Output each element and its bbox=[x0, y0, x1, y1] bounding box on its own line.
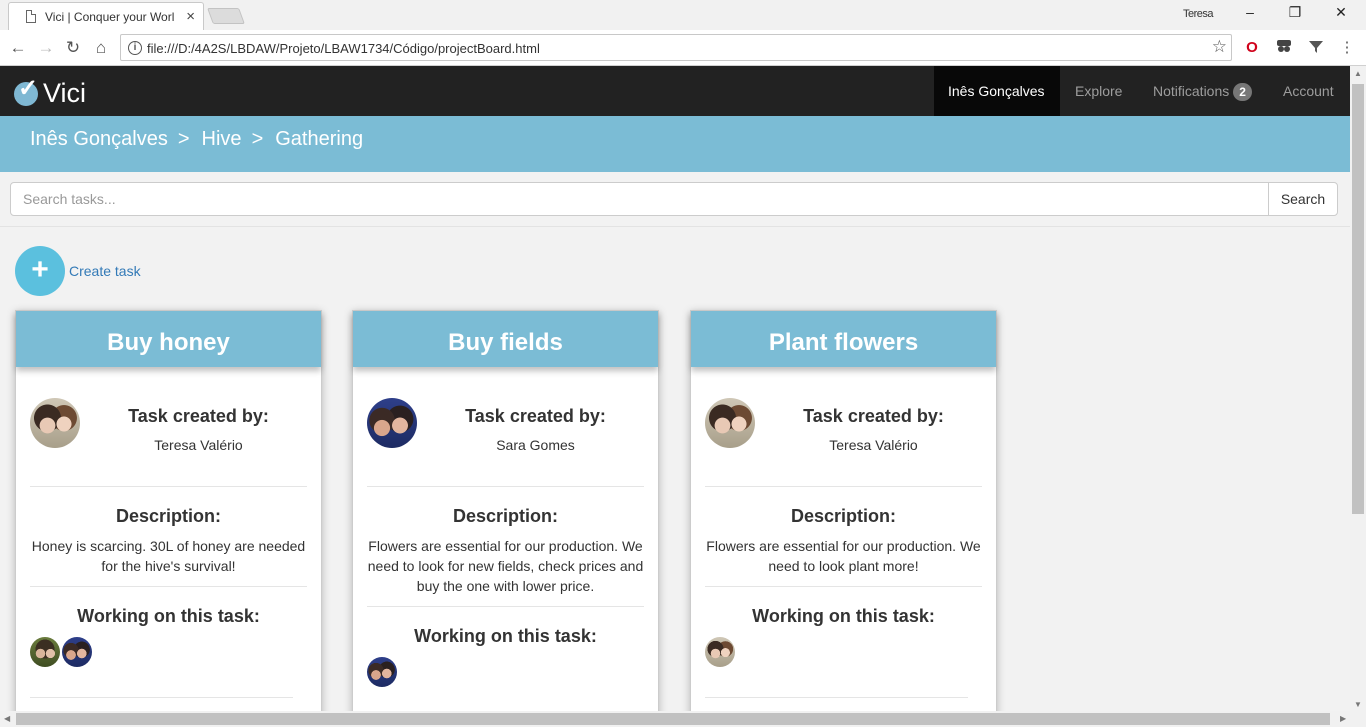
info-icon[interactable]: i bbox=[128, 41, 142, 55]
task-description: Flowers are essential for our production… bbox=[367, 538, 644, 594]
filter-extension-icon[interactable] bbox=[1307, 39, 1325, 57]
task-card[interactable]: Buy honey Task created by: Teresa Valéri… bbox=[15, 310, 322, 711]
address-bar[interactable]: i file:///D:/4A2S/LBDAW/Projeto/LBAW1734… bbox=[120, 34, 1232, 61]
scroll-up-icon[interactable]: ▲ bbox=[1354, 69, 1362, 78]
avatar[interactable] bbox=[62, 637, 93, 667]
browser-titlebar: Vici | Conquer your Worl × Teresa – ❐ ✕ bbox=[0, 0, 1366, 30]
section-divider bbox=[0, 226, 1350, 227]
document-icon bbox=[26, 10, 36, 23]
task-creator-section: Task created by: Teresa Valério bbox=[30, 367, 307, 487]
created-by-heading: Task created by: bbox=[128, 406, 269, 426]
scroll-right-icon[interactable]: ▶ bbox=[1340, 714, 1346, 723]
task-title: Buy fields bbox=[353, 311, 658, 367]
task-title: Plant flowers bbox=[691, 311, 996, 367]
creator-name: Sara Gomes bbox=[496, 437, 575, 453]
tab-close-icon[interactable]: × bbox=[186, 8, 195, 25]
task-workers-section: Working on this task: bbox=[367, 607, 644, 692]
description-heading: Description: bbox=[115, 506, 221, 526]
close-window-button[interactable]: ✕ bbox=[1326, 4, 1356, 24]
task-title: Buy honey bbox=[16, 311, 321, 367]
plus-icon[interactable]: + bbox=[15, 246, 65, 296]
url-text[interactable]: file:///D:/4A2S/LBDAW/Projeto/LBAW1734/C… bbox=[147, 41, 540, 56]
brand-name: Vici bbox=[43, 78, 87, 108]
horizontal-scrollbar[interactable]: ◀ ▶ bbox=[0, 711, 1366, 727]
search-input[interactable] bbox=[10, 182, 1269, 216]
forward-icon[interactable]: → bbox=[35, 37, 57, 59]
scroll-down-icon[interactable]: ▼ bbox=[1354, 700, 1362, 709]
task-creator-section: Task created by: Teresa Valério bbox=[705, 367, 982, 487]
task-workers-section: Working on this task: bbox=[705, 587, 982, 672]
nav-item-notifications[interactable]: Notifications 2 bbox=[1139, 66, 1266, 116]
top-navbar: ✓ Vici Inês Gonçalves Explore Notificati… bbox=[0, 66, 1350, 116]
avatar[interactable] bbox=[30, 398, 80, 448]
card-divider bbox=[30, 697, 293, 698]
horizontal-scroll-thumb[interactable] bbox=[16, 713, 1330, 725]
create-task-label[interactable]: Create task bbox=[69, 263, 141, 279]
breadcrumb-bar: Inês Gonçalves > Hive > Gathering bbox=[0, 116, 1350, 172]
working-on-heading: Working on this task: bbox=[752, 606, 935, 626]
vertical-scroll-thumb[interactable] bbox=[1352, 84, 1364, 514]
task-card[interactable]: Buy fields Task created by: Sara Gomes D… bbox=[352, 310, 659, 711]
working-on-heading: Working on this task: bbox=[414, 626, 597, 646]
task-description: Honey is scarcing. 30L of honey are need… bbox=[31, 538, 306, 574]
description-heading: Description: bbox=[452, 506, 558, 526]
search-button[interactable]: Search bbox=[1268, 182, 1338, 216]
creator-name: Teresa Valério bbox=[829, 437, 918, 453]
breadcrumb-separator: > bbox=[251, 128, 264, 150]
tab-title: Vici | Conquer your Worl bbox=[45, 10, 175, 24]
checkmark-icon: ✓ bbox=[18, 75, 39, 102]
home-icon[interactable]: ⌂ bbox=[90, 37, 112, 59]
incognito-extension-icon[interactable] bbox=[1275, 39, 1293, 57]
restore-button[interactable]: ❐ bbox=[1280, 4, 1310, 24]
description-heading: Description: bbox=[790, 506, 896, 526]
avatar[interactable] bbox=[367, 657, 397, 687]
reload-icon[interactable]: ↻ bbox=[62, 37, 84, 59]
task-description-section: Description: Flowers are essential for o… bbox=[367, 487, 644, 607]
breadcrumb: Inês Gonçalves > Hive > Gathering bbox=[30, 128, 363, 151]
nav-item-profile[interactable]: Inês Gonçalves bbox=[934, 66, 1060, 116]
scroll-left-icon[interactable]: ◀ bbox=[4, 714, 10, 723]
card-divider bbox=[705, 697, 968, 698]
task-card[interactable]: Plant flowers Task created by: Teresa Va… bbox=[690, 310, 997, 711]
breadcrumb-item-project[interactable]: Hive bbox=[202, 128, 242, 150]
nav-item-account[interactable]: Account bbox=[1269, 66, 1348, 116]
avatar[interactable] bbox=[30, 637, 60, 667]
menu-icon[interactable]: ⋮ bbox=[1338, 39, 1356, 57]
task-workers-section: Working on this task: bbox=[30, 587, 307, 672]
search-bar: Search bbox=[10, 182, 1338, 216]
working-on-heading: Working on this task: bbox=[77, 606, 260, 626]
task-description-section: Description: Flowers are essential for o… bbox=[705, 487, 982, 587]
vertical-scrollbar[interactable]: ▲ ▼ bbox=[1350, 66, 1366, 711]
back-icon[interactable]: ← bbox=[7, 37, 29, 59]
browser-tab[interactable]: Vici | Conquer your Worl × bbox=[8, 2, 204, 30]
task-description-section: Description: Honey is scarcing. 30L of h… bbox=[30, 487, 307, 587]
opera-extension-icon[interactable]: O bbox=[1243, 39, 1261, 57]
breadcrumb-item-user[interactable]: Inês Gonçalves bbox=[30, 128, 168, 150]
avatar[interactable] bbox=[705, 637, 735, 667]
page-content: ✓ Vici Inês Gonçalves Explore Notificati… bbox=[0, 66, 1350, 711]
created-by-heading: Task created by: bbox=[465, 406, 606, 426]
browser-toolbar: ← → ↻ ⌂ i file:///D:/4A2S/LBDAW/Projeto/… bbox=[0, 30, 1366, 66]
breadcrumb-item-board[interactable]: Gathering bbox=[275, 128, 363, 150]
breadcrumb-separator: > bbox=[177, 128, 190, 150]
creator-name: Teresa Valério bbox=[154, 437, 243, 453]
avatar[interactable] bbox=[705, 398, 755, 448]
nav-item-explore[interactable]: Explore bbox=[1061, 66, 1136, 116]
profile-name[interactable]: Teresa bbox=[1183, 8, 1214, 20]
new-tab-button[interactable] bbox=[207, 8, 245, 24]
task-description: Flowers are essential for our production… bbox=[706, 538, 981, 574]
created-by-heading: Task created by: bbox=[803, 406, 944, 426]
minimize-button[interactable]: – bbox=[1235, 4, 1265, 24]
notifications-badge: 2 bbox=[1233, 83, 1252, 102]
avatar[interactable] bbox=[367, 398, 417, 448]
bookmark-star-icon[interactable]: ☆ bbox=[1212, 37, 1227, 57]
notifications-label: Notifications bbox=[1153, 83, 1230, 99]
task-creator-section: Task created by: Sara Gomes bbox=[367, 367, 644, 487]
